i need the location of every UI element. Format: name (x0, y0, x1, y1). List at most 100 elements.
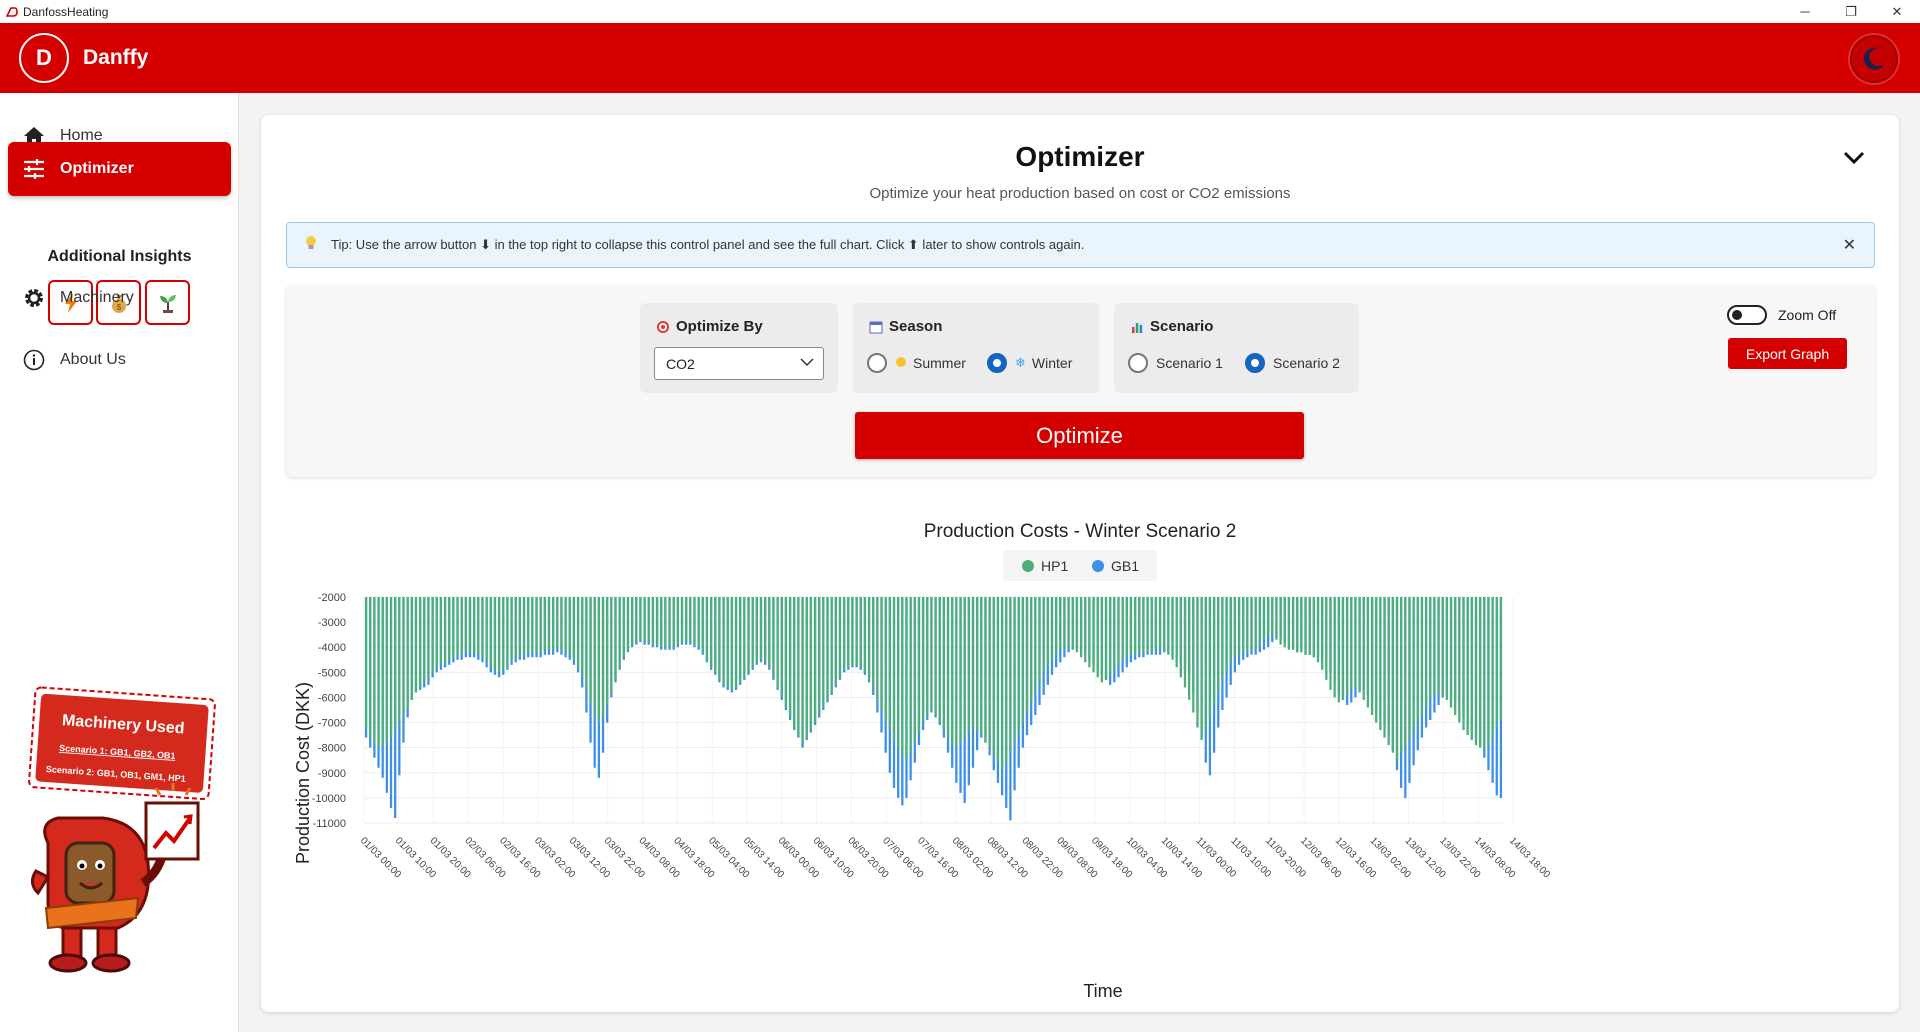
minimize-button[interactable]: ─ (1782, 0, 1828, 23)
bar-hp1 (1449, 597, 1453, 708)
bar-hp1 (1454, 597, 1457, 716)
bar-hp1 (693, 597, 696, 645)
bar-hp1 (597, 597, 601, 723)
bar-hp1 (872, 597, 875, 690)
bar-hp1 (917, 597, 921, 733)
bar-hp1 (373, 597, 376, 743)
bar-hp1 (543, 597, 546, 650)
bar-hp1 (1034, 597, 1037, 693)
bar-hp1 (431, 597, 434, 673)
sidebar-item-about-us[interactable]: About Us (8, 333, 231, 387)
season-title: Season (869, 318, 942, 335)
bar-hp1 (1192, 597, 1195, 713)
bar-hp1 (1242, 597, 1245, 653)
bar-hp1 (668, 597, 671, 648)
bar-hp1 (1266, 597, 1270, 635)
bar-hp1 (1478, 597, 1482, 748)
bar-hp1 (456, 597, 459, 655)
theme-toggle-button[interactable] (1850, 35, 1898, 83)
bar-hp1 (1233, 597, 1237, 658)
bar-hp1 (1196, 597, 1199, 728)
bar-hp1 (768, 597, 771, 668)
bar-hp1 (1358, 597, 1361, 693)
bar-hp1 (830, 597, 833, 693)
zoom-switch[interactable] (1727, 305, 1767, 325)
chevron-down-icon (1843, 151, 1865, 165)
scenario-2-radio[interactable] (1245, 353, 1265, 373)
bar-hp1 (1366, 597, 1370, 708)
app-logo[interactable]: D (19, 33, 69, 83)
optimize-button[interactable]: Optimize (855, 412, 1304, 459)
zoom-toggle[interactable]: Zoom Off (1727, 305, 1836, 325)
bar-hp1 (1229, 597, 1232, 663)
scenario-1-radio[interactable] (1128, 353, 1148, 373)
insights-title: Additional Insights (47, 248, 192, 265)
bar-hp1 (801, 597, 804, 743)
scenario-option-1[interactable]: Scenario 1 (1128, 353, 1223, 373)
winter-radio[interactable] (987, 353, 1007, 373)
bar-hp1 (855, 597, 858, 665)
bar-hp1 (1499, 597, 1503, 721)
bar-hp1 (776, 597, 779, 688)
info-icon (22, 348, 46, 372)
bar-hp1 (1046, 597, 1049, 665)
bar-hp1 (651, 597, 655, 645)
bar-hp1 (697, 597, 700, 648)
season-option-winter[interactable]: ❄ Winter (987, 353, 1072, 373)
bar-hp1 (1333, 597, 1336, 698)
bar-hp1 (464, 597, 467, 653)
bar-hp1 (560, 597, 563, 650)
bar-hp1 (1445, 597, 1449, 700)
bar-hp1 (547, 597, 551, 650)
bar-hp1 (1109, 597, 1112, 675)
lightbulb-icon (305, 235, 317, 255)
bar-hp1 (510, 597, 513, 660)
sidebar-item-optimizer[interactable]: Optimizer (8, 142, 231, 196)
bar-hp1 (1030, 597, 1033, 703)
bar-hp1 (788, 597, 792, 718)
bar-hp1 (897, 597, 900, 748)
chart-title: Production Costs - Winter Scenario 2 (924, 521, 1237, 542)
bar-hp1 (655, 597, 659, 645)
gear-icon (22, 286, 46, 310)
bar-hp1 (423, 597, 426, 683)
optimize-by-group: Optimize By CO2 (640, 303, 838, 393)
bar-hp1 (1412, 597, 1415, 731)
bar-hp1 (618, 597, 621, 668)
season-group: Season Summer ❄ Winter (853, 303, 1099, 393)
maximize-button[interactable]: ❐ (1828, 0, 1874, 23)
bar-hp1 (672, 597, 675, 648)
bar-hp1 (714, 597, 717, 673)
zoom-label: Zoom Off (1778, 307, 1837, 323)
y-tick-label: -6000 (318, 692, 346, 704)
bar-hp1 (726, 597, 729, 688)
bar-hp1 (406, 597, 409, 708)
bar-hp1 (1054, 597, 1058, 655)
summer-radio[interactable] (867, 353, 887, 373)
bar-hp1 (1133, 597, 1137, 655)
export-graph-button[interactable]: Export Graph (1728, 338, 1847, 369)
bar-hp1 (1370, 597, 1374, 716)
bar-hp1 (1183, 597, 1187, 688)
bar-hp1 (921, 597, 925, 723)
collapse-panel-button[interactable] (1839, 143, 1869, 173)
optimize-by-select[interactable]: CO2 (654, 347, 824, 380)
bar-hp1 (1204, 597, 1207, 731)
scenario-option-2[interactable]: Scenario 2 (1245, 353, 1340, 373)
bar-hp1 (477, 597, 480, 655)
close-icon[interactable]: ✕ (1843, 235, 1856, 255)
bar-hp1 (394, 597, 397, 731)
bar-hp1 (585, 597, 588, 690)
production-cost-chart: Production Costs - Winter Scenario 2 HP1… (293, 521, 1552, 1001)
sidebar-item-label: About Us (60, 351, 126, 368)
bar-hp1 (1329, 597, 1332, 690)
sidebar-item-machinery[interactable]: Machinery (8, 271, 231, 325)
season-option-summer[interactable]: Summer (867, 353, 966, 373)
bar-hp1 (1316, 597, 1320, 663)
bar-hp1 (1341, 597, 1345, 700)
bar-hp1 (522, 597, 526, 655)
close-window-button[interactable]: ✕ (1874, 0, 1920, 23)
bar-hp1 (564, 597, 567, 653)
x-axis-label: Time (1083, 981, 1122, 1001)
bar-hp1 (435, 597, 438, 668)
